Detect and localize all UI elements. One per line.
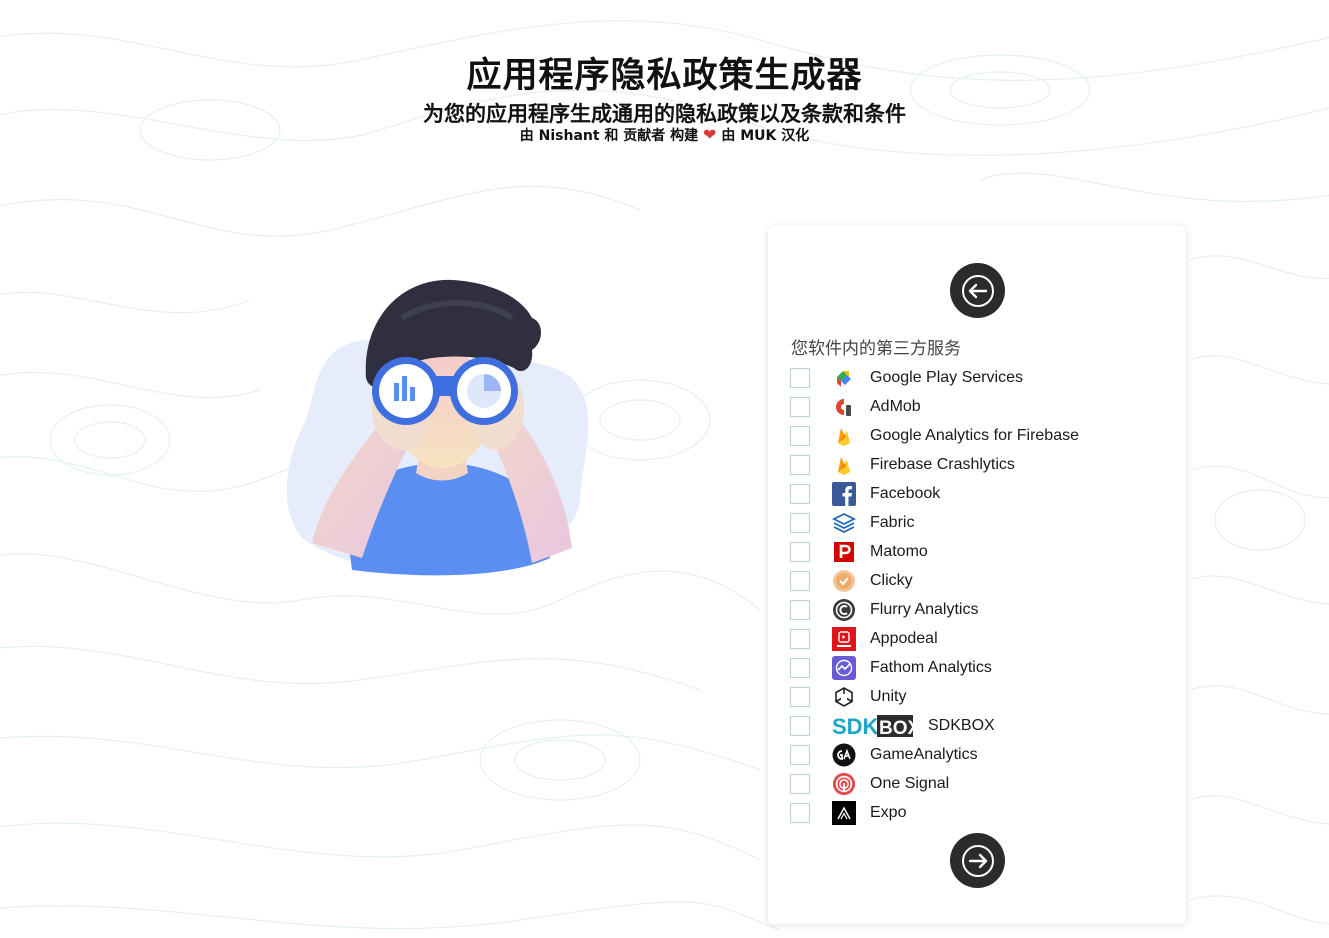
google-play-services-checkbox[interactable] bbox=[790, 367, 810, 388]
service-label: Appodeal bbox=[870, 629, 938, 647]
service-label: Matomo bbox=[870, 542, 928, 560]
page-title: 应用程序隐私政策生成器 bbox=[466, 56, 863, 96]
credit-prefix: 由 Nishant 和 贡献者 构建 bbox=[519, 128, 699, 144]
expo-icon bbox=[832, 800, 856, 825]
list-item: Fabric bbox=[790, 508, 1170, 537]
flurry-analytics-checkbox[interactable] bbox=[790, 599, 810, 620]
service-label: Google Analytics for Firebase bbox=[870, 426, 1079, 444]
svg-text:BOX: BOX bbox=[879, 718, 914, 738]
list-item: Facebook bbox=[790, 479, 1170, 508]
fabric-checkbox[interactable] bbox=[790, 512, 810, 533]
arrow-right-icon bbox=[961, 844, 994, 877]
expo-checkbox[interactable] bbox=[790, 802, 810, 823]
list-item: AdMob bbox=[790, 392, 1170, 421]
service-label: Fathom Analytics bbox=[870, 658, 992, 676]
clicky-icon bbox=[832, 569, 856, 593]
services-card: 您软件内的第三方服务 Google Play Services AdMob Go… bbox=[768, 226, 1186, 924]
firebase-icon bbox=[832, 453, 856, 477]
list-item: Firebase Crashlytics bbox=[790, 450, 1170, 479]
clicky-checkbox[interactable] bbox=[790, 570, 810, 591]
arrow-left-icon bbox=[961, 274, 994, 307]
firebase-icon bbox=[832, 424, 856, 448]
service-label: Flurry Analytics bbox=[870, 600, 979, 618]
svg-text:SDK: SDK bbox=[832, 714, 879, 738]
list-item: Google Analytics for Firebase bbox=[790, 421, 1170, 450]
service-label: Facebook bbox=[870, 484, 941, 502]
facebook-icon bbox=[832, 481, 856, 506]
back-button[interactable] bbox=[950, 263, 1005, 318]
flurry-icon bbox=[832, 598, 856, 622]
onesignal-checkbox[interactable] bbox=[790, 773, 810, 794]
service-label: Clicky bbox=[870, 571, 913, 589]
service-label: Google Play Services bbox=[870, 368, 1023, 386]
gameanalytics-checkbox[interactable] bbox=[790, 744, 810, 765]
firebase-crashlytics-checkbox[interactable] bbox=[790, 454, 810, 475]
unity-icon bbox=[832, 685, 856, 709]
list-item: Clicky bbox=[790, 566, 1170, 595]
list-item: Fathom Analytics bbox=[790, 653, 1170, 682]
gameanalytics-icon bbox=[832, 743, 856, 767]
next-button[interactable] bbox=[950, 833, 1005, 888]
services-list: Google Play Services AdMob Google Analyt… bbox=[790, 363, 1170, 827]
list-item: Expo bbox=[790, 798, 1170, 827]
sdkbox-logo-icon: SDK BOX bbox=[832, 714, 914, 738]
service-label: SDKBOX bbox=[928, 716, 995, 734]
service-label: Expo bbox=[870, 803, 907, 821]
list-item: One Signal bbox=[790, 769, 1170, 798]
service-label: Fabric bbox=[870, 513, 915, 531]
heart-icon: ❤ bbox=[703, 125, 717, 144]
list-item: Flurry Analytics bbox=[790, 595, 1170, 624]
service-label: AdMob bbox=[870, 397, 921, 415]
fabric-icon bbox=[832, 511, 856, 535]
binoculars-person-illustration bbox=[286, 279, 589, 576]
page-header: 应用程序隐私政策生成器 为您的应用程序生成通用的隐私政策以及条款和条件 由 Ni… bbox=[0, 52, 1329, 145]
appodeal-icon bbox=[832, 626, 856, 651]
service-label: Firebase Crashlytics bbox=[870, 455, 1015, 473]
appodeal-checkbox[interactable] bbox=[790, 628, 810, 649]
page-subtitle: 为您的应用程序生成通用的隐私政策以及条款和条件 bbox=[423, 102, 906, 126]
admob-icon bbox=[832, 395, 856, 419]
third-party-services-label: 您软件内的第三方服务 bbox=[791, 339, 961, 359]
list-item: Google Play Services bbox=[790, 363, 1170, 392]
list-item: SDK BOX SDKBOX bbox=[790, 711, 1170, 740]
fathom-icon bbox=[832, 655, 856, 680]
list-item: Matomo bbox=[790, 537, 1170, 566]
fathom-analytics-checkbox[interactable] bbox=[790, 657, 810, 678]
unity-checkbox[interactable] bbox=[790, 686, 810, 707]
sdkbox-checkbox[interactable] bbox=[790, 715, 810, 736]
facebook-checkbox[interactable] bbox=[790, 483, 810, 504]
service-label: GameAnalytics bbox=[870, 745, 978, 763]
list-item: GameAnalytics bbox=[790, 740, 1170, 769]
matomo-icon bbox=[832, 540, 856, 564]
google-analytics-firebase-checkbox[interactable] bbox=[790, 425, 810, 446]
credit-line: 由 Nishant 和 贡献者 构建 ❤ 由 MUK 汉化 bbox=[0, 126, 1329, 145]
admob-checkbox[interactable] bbox=[790, 396, 810, 417]
credit-suffix: 由 MUK 汉化 bbox=[721, 128, 810, 144]
google-play-services-icon bbox=[832, 366, 856, 390]
list-item: Appodeal bbox=[790, 624, 1170, 653]
list-item: Unity bbox=[790, 682, 1170, 711]
service-label: One Signal bbox=[870, 774, 950, 792]
onesignal-icon bbox=[832, 772, 856, 796]
matomo-checkbox[interactable] bbox=[790, 541, 810, 562]
service-label: Unity bbox=[870, 687, 907, 705]
